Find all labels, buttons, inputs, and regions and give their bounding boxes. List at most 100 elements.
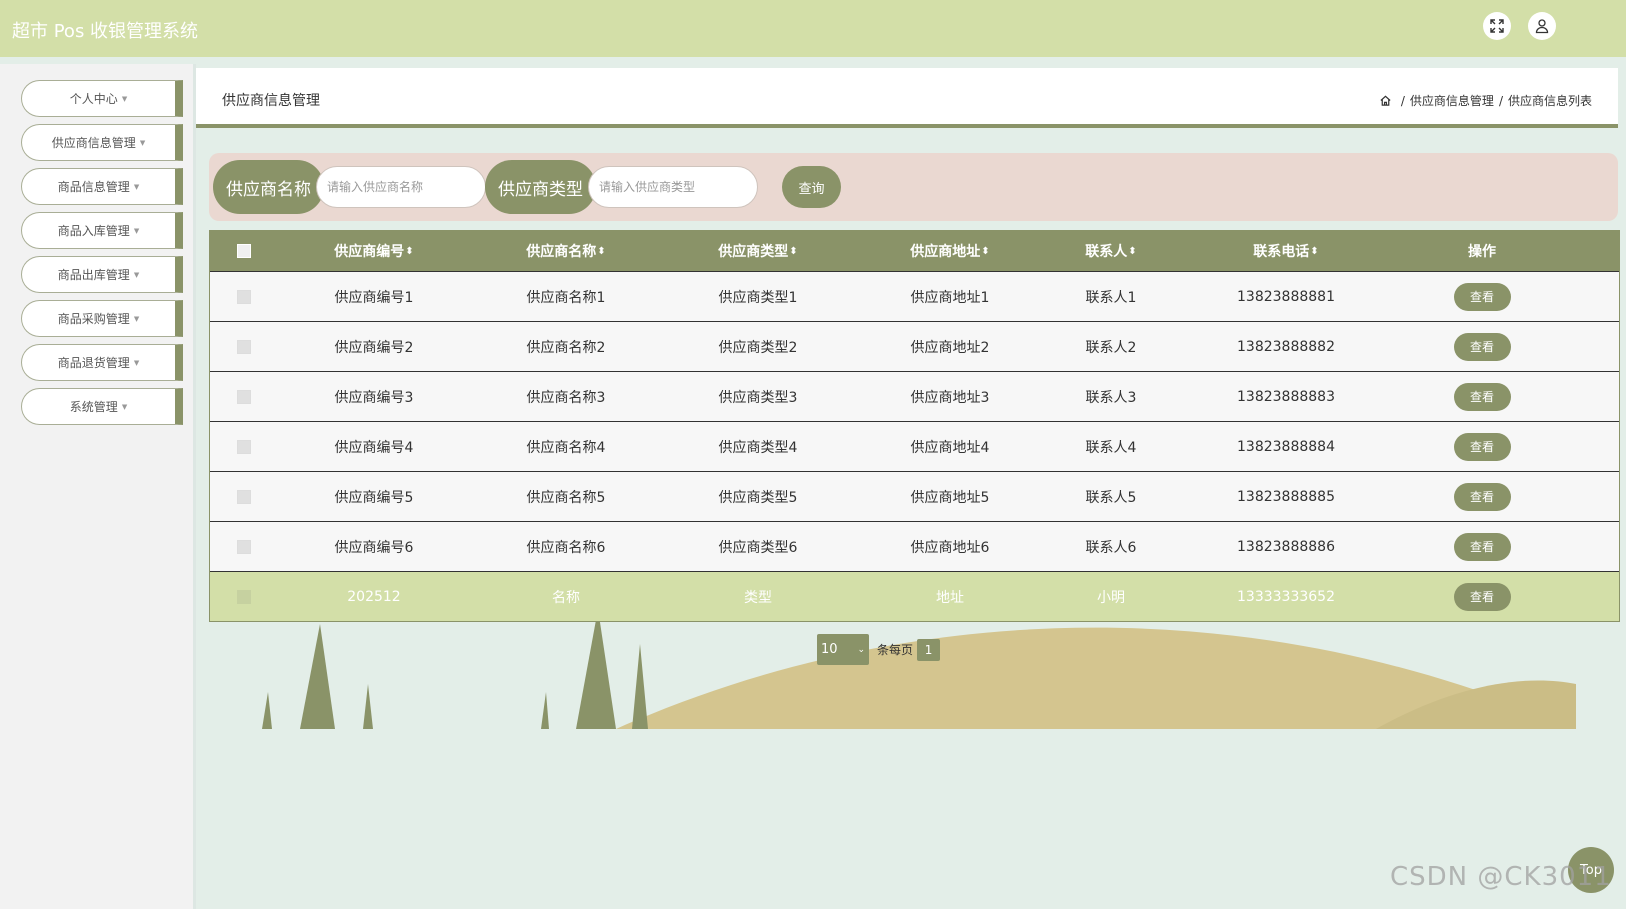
- table-cell-contact: 联系人5: [1085, 489, 1137, 506]
- sidebar-item-supplier-management[interactable]: 供应商信息管理 ▼: [21, 124, 183, 161]
- supplier-table: 供应商编号 ⬍ 供应商名称 ⬍ 供应商类型 ⬍ 供应商地址 ⬍ 联系人 ⬍ 联系电话 ⬍ 操…: [209, 230, 1620, 622]
- action-cell: 查看: [1396, 522, 1568, 571]
- action-cell: 查看: [1396, 572, 1568, 621]
- table-header: 供应商编号 ⬍ 供应商名称 ⬍ 供应商类型 ⬍ 供应商地址 ⬍ 联系人 ⬍ 联系电话 ⬍ 操…: [210, 231, 1619, 271]
- column-header[interactable]: 供应商类型 ⬍: [662, 231, 854, 271]
- view-button[interactable]: 查看: [1453, 282, 1511, 311]
- table-cell-phone: 13823888882: [1237, 338, 1335, 355]
- select-all-cell: [230, 231, 258, 271]
- sidebar-item-label: 商品入库管理: [57, 224, 130, 238]
- table-cell-phone: 13823888883: [1237, 388, 1335, 405]
- table-row[interactable]: 供应商编号1 供应商名称1 供应商类型1 供应商地址1 联系人1 13823888881 查…: [210, 271, 1619, 321]
- caret-down-icon: ▼: [133, 270, 140, 279]
- sidebar-item-product-info[interactable]: 商品信息管理 ▼: [21, 168, 183, 205]
- view-button[interactable]: 查看: [1453, 332, 1511, 361]
- watermark: CSDN @CK3011: [1390, 862, 1612, 892]
- sort-icon: ⬍: [1310, 245, 1319, 257]
- row-checkbox[interactable]: [237, 389, 251, 404]
- action-cell: 查看: [1396, 472, 1568, 521]
- row-checkbox[interactable]: [237, 539, 251, 554]
- view-button[interactable]: 查看: [1453, 382, 1511, 411]
- column-header[interactable]: 供应商名称 ⬍: [470, 231, 662, 271]
- supplier-name-input[interactable]: [316, 166, 486, 208]
- row-select-cell: [230, 272, 258, 321]
- row-select-cell: [230, 372, 258, 421]
- sidebar-item-label: 供应商信息管理: [51, 136, 136, 150]
- table-cell-addr: 供应商地址5: [910, 489, 990, 506]
- table-cell-no: 供应商编号5: [334, 489, 414, 506]
- column-header[interactable]: 联系电话 ⬍: [1176, 231, 1396, 271]
- chevron-down-icon: ⌄: [857, 644, 865, 655]
- row-checkbox[interactable]: [237, 289, 251, 304]
- row-select-cell: [230, 422, 258, 471]
- page-size-select[interactable]: 10 ⌄: [817, 634, 869, 665]
- table-row[interactable]: 202512 名称 类型 地址 小明 13333333652 查看: [210, 571, 1619, 621]
- table-cell-addr: 供应商地址4: [910, 439, 990, 456]
- table-cell-name: 供应商名称6: [526, 539, 606, 556]
- tree-shape: [300, 624, 335, 729]
- table-body: 供应商编号1 供应商名称1 供应商类型1 供应商地址1 联系人1 13823888881 查…: [210, 271, 1619, 621]
- breadcrumb-separator: /: [1498, 93, 1503, 108]
- sidebar-item-personal-center[interactable]: 个人中心 ▼: [21, 80, 183, 117]
- breadcrumb: / 供应商信息管理 / 供应商信息列表: [1379, 92, 1592, 109]
- table-cell-no: 供应商编号3: [334, 389, 414, 406]
- sidebar-item-returns[interactable]: 商品退货管理 ▼: [21, 344, 183, 381]
- column-header[interactable]: 供应商编号 ⬍: [278, 231, 470, 271]
- sidebar-item-stock-in[interactable]: 商品入库管理 ▼: [21, 212, 183, 249]
- page-title: 供应商信息管理: [222, 93, 320, 109]
- sidebar-item-stock-out[interactable]: 商品出库管理 ▼: [21, 256, 183, 293]
- table-cell-contact: 小明: [1097, 589, 1125, 606]
- table-cell-no: 202512: [347, 588, 401, 605]
- table-row[interactable]: 供应商编号2 供应商名称2 供应商类型2 供应商地址2 联系人2 13823888882 查…: [210, 321, 1619, 371]
- user-icon[interactable]: [1528, 12, 1556, 40]
- table-cell-name: 供应商名称5: [526, 489, 606, 506]
- home-icon[interactable]: [1379, 94, 1392, 107]
- row-checkbox[interactable]: [237, 339, 251, 354]
- column-header[interactable]: 联系人 ⬍: [1046, 231, 1176, 271]
- table-cell-contact: 联系人3: [1085, 389, 1137, 406]
- table-cell-type: 供应商类型5: [718, 489, 798, 506]
- row-select-cell: [230, 472, 258, 521]
- table-row[interactable]: 供应商编号5 供应商名称5 供应商类型5 供应商地址5 联系人5 13823888885 查…: [210, 471, 1619, 521]
- row-checkbox[interactable]: [237, 489, 251, 504]
- sidebar-item-system[interactable]: 系统管理 ▼: [21, 388, 183, 425]
- row-select-cell: [230, 572, 258, 621]
- table-cell-addr: 供应商地址2: [910, 339, 990, 356]
- breadcrumb-item[interactable]: 供应商信息管理: [1410, 92, 1494, 109]
- table-cell-name: 供应商名称1: [526, 289, 606, 306]
- query-button[interactable]: 查询: [782, 166, 841, 208]
- view-button[interactable]: 查看: [1453, 432, 1511, 461]
- table-row[interactable]: 供应商编号4 供应商名称4 供应商类型4 供应商地址4 联系人4 13823888884 查…: [210, 421, 1619, 471]
- supplier-name-label: 供应商名称: [213, 160, 324, 214]
- sort-icon: ⬍: [981, 245, 990, 257]
- breadcrumb-item: 供应商信息列表: [1507, 94, 1592, 108]
- table-cell-no: 供应商编号2: [334, 339, 414, 356]
- supplier-type-input[interactable]: [588, 166, 758, 208]
- column-header[interactable]: 供应商地址 ⬍: [854, 231, 1046, 271]
- view-button[interactable]: 查看: [1453, 582, 1511, 611]
- tree-shape: [262, 692, 272, 729]
- sidebar-item-label: 商品采购管理: [57, 312, 130, 326]
- view-button[interactable]: 查看: [1453, 532, 1511, 561]
- table-cell-addr: 供应商地址6: [910, 539, 990, 556]
- table-cell-type: 供应商类型3: [718, 389, 798, 406]
- action-cell: 查看: [1396, 372, 1568, 421]
- row-checkbox[interactable]: [237, 589, 251, 604]
- table-row[interactable]: 供应商编号6 供应商名称6 供应商类型6 供应商地址6 联系人6 13823888886 查…: [210, 521, 1619, 571]
- page-header: 供应商信息管理 / 供应商信息管理 / 供应商信息列表: [196, 68, 1618, 128]
- per-page-label: 条每页: [877, 643, 914, 657]
- sidebar-item-purchase[interactable]: 商品采购管理 ▼: [21, 300, 183, 337]
- page-number[interactable]: 1: [917, 638, 941, 661]
- table-row[interactable]: 供应商编号3 供应商名称3 供应商类型3 供应商地址3 联系人3 13823888883 查…: [210, 371, 1619, 421]
- app-title: 超市 Pos 收银管理系统: [12, 21, 199, 42]
- pagination: 10 ⌄ 条每页 1: [817, 634, 941, 665]
- view-button[interactable]: 查看: [1453, 482, 1511, 511]
- action-cell: 查看: [1396, 422, 1568, 471]
- row-select-cell: [230, 522, 258, 571]
- row-checkbox[interactable]: [237, 439, 251, 454]
- sidebar-item-label: 商品出库管理: [57, 268, 130, 282]
- fullscreen-icon[interactable]: [1483, 12, 1511, 40]
- caret-down-icon: ▼: [133, 182, 140, 191]
- select-all-checkbox[interactable]: [237, 244, 251, 258]
- caret-down-icon: ▼: [133, 226, 140, 235]
